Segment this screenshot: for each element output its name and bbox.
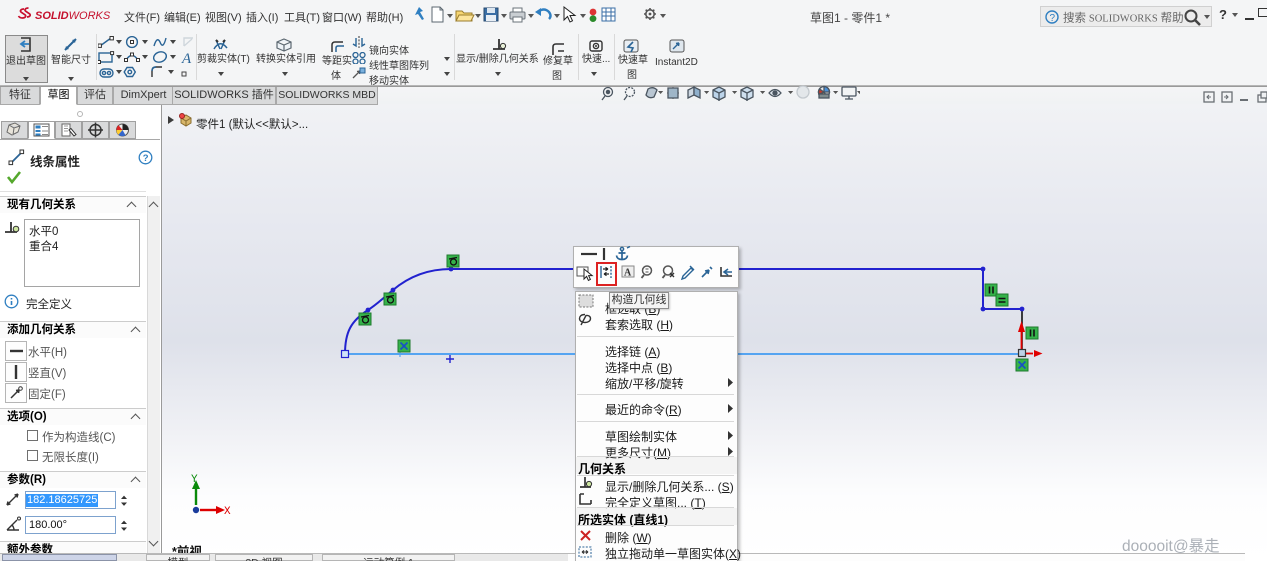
svg-text:X: X xyxy=(224,506,231,518)
svg-text:Y: Y xyxy=(191,474,198,486)
svg-text:A: A xyxy=(624,268,632,279)
